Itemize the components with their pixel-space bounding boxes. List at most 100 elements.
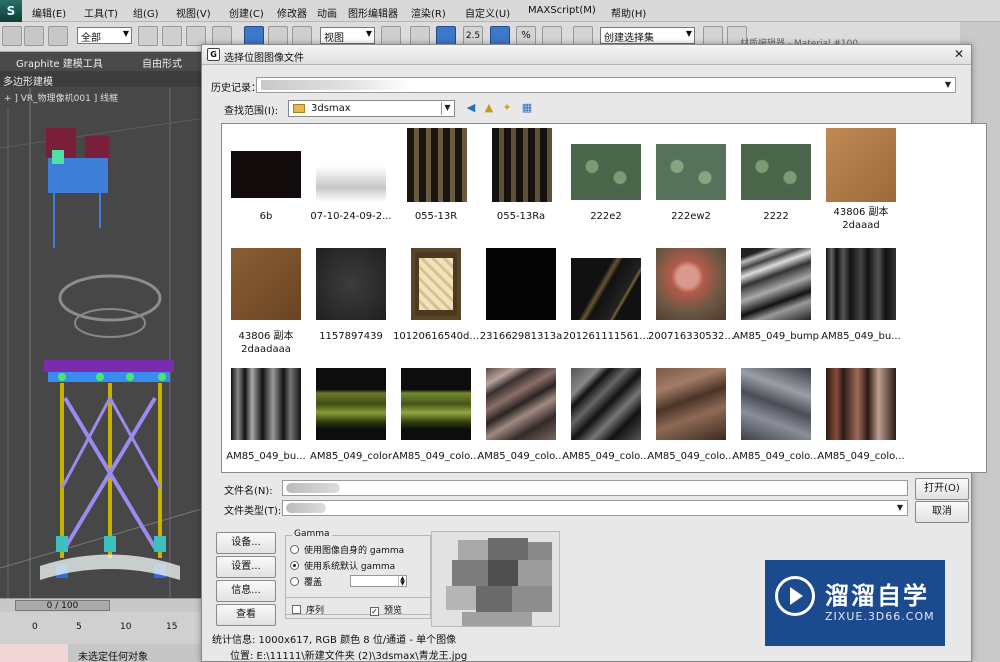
selection-filter-select[interactable]: 全部 ▼ <box>77 27 132 44</box>
radio-button[interactable] <box>290 561 299 570</box>
file-item[interactable]: AM85_049_colo... <box>732 366 820 472</box>
percent-snap-icon[interactable]: % <box>516 26 536 46</box>
menu-graph-editors[interactable]: 图形编辑器 <box>348 5 398 20</box>
filename-input[interactable] <box>282 480 908 496</box>
gamma-option-override[interactable]: 覆盖 <box>290 575 322 588</box>
chevron-down-icon[interactable]: ▼ <box>894 502 906 514</box>
rect-selection-icon[interactable] <box>186 26 206 46</box>
select-by-name-icon[interactable] <box>162 26 182 46</box>
link-icon[interactable] <box>2 26 22 46</box>
file-item[interactable]: AM85_049_bu... <box>818 246 904 362</box>
reference-coord-select[interactable]: 视图 ▼ <box>320 27 375 44</box>
info-button[interactable]: 信息... <box>216 580 276 602</box>
rotate-icon[interactable] <box>268 26 288 46</box>
snap-toggle-icon[interactable]: 2.5 <box>463 26 483 46</box>
file-item[interactable]: 43806 副本 2daaad <box>818 126 904 242</box>
file-item[interactable]: 1157897439 <box>308 246 394 362</box>
preview-checkbox[interactable]: ✓ 预览 <box>370 603 402 616</box>
file-item[interactable]: 222ew2 <box>648 126 734 242</box>
back-icon[interactable]: ◀ <box>464 101 478 115</box>
file-item[interactable]: AM85_049_colo... <box>817 366 905 472</box>
file-item[interactable]: AM85_049_bump <box>733 246 819 362</box>
checkbox[interactable] <box>292 605 301 614</box>
file-item[interactable]: 201261111561... <box>563 246 649 362</box>
menu-create[interactable]: 创建(C) <box>229 5 264 20</box>
menu-view[interactable]: 视图(V) <box>176 5 211 20</box>
tab-freeform[interactable]: 自由形式 <box>142 55 182 70</box>
select-object-icon[interactable] <box>138 26 158 46</box>
menu-animation[interactable]: 动画 <box>317 5 337 20</box>
time-slider[interactable]: 0 / 100 <box>15 600 110 611</box>
move-icon[interactable] <box>244 26 264 46</box>
file-item[interactable]: 222e2 <box>563 126 649 242</box>
view-menu-icon[interactable]: ▦ <box>520 101 534 115</box>
menu-group[interactable]: 组(G) <box>133 5 159 20</box>
checkbox[interactable]: ✓ <box>370 607 379 616</box>
file-item[interactable]: 10120616540d... <box>393 246 479 362</box>
angle-snap-icon[interactable] <box>490 26 510 46</box>
close-icon[interactable]: ✕ <box>951 47 967 62</box>
maxscript-listener[interactable] <box>0 644 68 662</box>
setup-button[interactable]: 设置... <box>216 556 276 578</box>
edit-named-selection-icon[interactable] <box>573 26 593 46</box>
up-folder-icon[interactable]: ▲ <box>482 101 496 115</box>
chevron-down-icon[interactable]: ▼ <box>942 79 954 91</box>
mirror-icon[interactable] <box>703 26 723 46</box>
file-item[interactable]: AM85_049_color <box>308 366 394 472</box>
unlink-icon[interactable] <box>24 26 44 46</box>
view-button[interactable]: 查看 <box>216 604 276 626</box>
file-item[interactable]: 200716330532... <box>648 246 734 362</box>
cancel-button[interactable]: 取消 <box>915 501 969 523</box>
file-item[interactable]: 055-13R <box>393 126 479 242</box>
file-item[interactable]: AM85_049_colo... <box>477 366 565 472</box>
new-folder-icon[interactable]: ✦ <box>500 101 514 115</box>
dialog-titlebar[interactable]: G 选择位图图像文件 ✕ <box>202 45 971 65</box>
file-item[interactable]: 231662981313a <box>478 246 564 362</box>
chevron-down-icon[interactable]: ▼ <box>441 102 453 115</box>
viewport[interactable]: + ] VR_物理像机001 ] 线框 <box>0 88 205 598</box>
app-logo-icon[interactable]: S <box>0 0 22 22</box>
sequence-checkbox[interactable]: 序列 <box>292 603 324 616</box>
named-selection-set-select[interactable]: 创建选择集 ▼ <box>600 27 695 44</box>
file-item[interactable]: 07-10-24-09-2... <box>308 126 394 242</box>
keyboard-shortcut-icon[interactable] <box>436 26 456 46</box>
file-item[interactable]: AM85_049_colo... <box>562 366 650 472</box>
devices-button[interactable]: 设备... <box>216 532 276 554</box>
open-button[interactable]: 打开(O) <box>915 478 969 500</box>
file-item[interactable]: 055-13Ra <box>478 126 564 242</box>
bind-spacewarp-icon[interactable] <box>48 26 68 46</box>
tab-polygon-modeling[interactable]: 多边形建模 <box>0 71 205 88</box>
override-gamma-spinner[interactable]: ▲ ▼ <box>350 575 407 587</box>
select-manipulate-icon[interactable] <box>410 26 430 46</box>
file-item[interactable]: AM85_049_bu... <box>223 366 309 472</box>
file-list[interactable]: 6b 07-10-24-09-2... 055-13R 055-13Ra 222… <box>221 123 987 473</box>
file-item[interactable]: 6b <box>223 126 309 242</box>
file-item[interactable]: 2222 <box>733 126 819 242</box>
track-bar[interactable]: 0 5 10 15 <box>0 612 205 644</box>
menu-edit[interactable]: 编辑(E) <box>32 5 66 20</box>
history-value-blurred <box>261 80 411 90</box>
filetype-select[interactable]: ▼ <box>282 500 908 516</box>
menu-rendering[interactable]: 渲染(R) <box>411 5 446 20</box>
menu-help[interactable]: 帮助(H) <box>611 5 646 20</box>
scale-icon[interactable] <box>292 26 312 46</box>
lookin-select[interactable]: 3dsmax ▼ <box>288 100 455 117</box>
radio-button[interactable] <box>290 577 299 586</box>
window-crossing-icon[interactable] <box>212 26 232 46</box>
file-item[interactable]: AM85_049_colo... <box>392 366 480 472</box>
gamma-option-image[interactable]: 使用图像自身的 gamma <box>290 543 404 556</box>
file-item[interactable]: AM85_049_colo... <box>647 366 735 472</box>
tab-graphite[interactable]: Graphite 建模工具 <box>16 55 103 70</box>
gamma-option-system[interactable]: 使用系统默认 gamma <box>290 559 395 572</box>
file-item[interactable]: 43806 副本 2daadaaa <box>223 246 309 362</box>
menu-maxscript[interactable]: MAXScript(M) <box>528 5 596 16</box>
history-select[interactable]: ▼ <box>256 77 956 93</box>
radio-button[interactable] <box>290 545 299 554</box>
image-location: 位置: E:\11111\新建文件夹 (2)\3dsmax\青龙王.jpg <box>230 651 468 662</box>
spinner-snap-icon[interactable] <box>542 26 562 46</box>
menu-modifiers[interactable]: 修改器 <box>277 5 307 20</box>
menu-customize[interactable]: 自定义(U) <box>465 5 510 20</box>
menu-tools[interactable]: 工具(T) <box>84 5 118 20</box>
viewport-label[interactable]: + ] VR_物理像机001 ] 线框 <box>4 91 118 104</box>
pivot-center-icon[interactable] <box>381 26 401 46</box>
